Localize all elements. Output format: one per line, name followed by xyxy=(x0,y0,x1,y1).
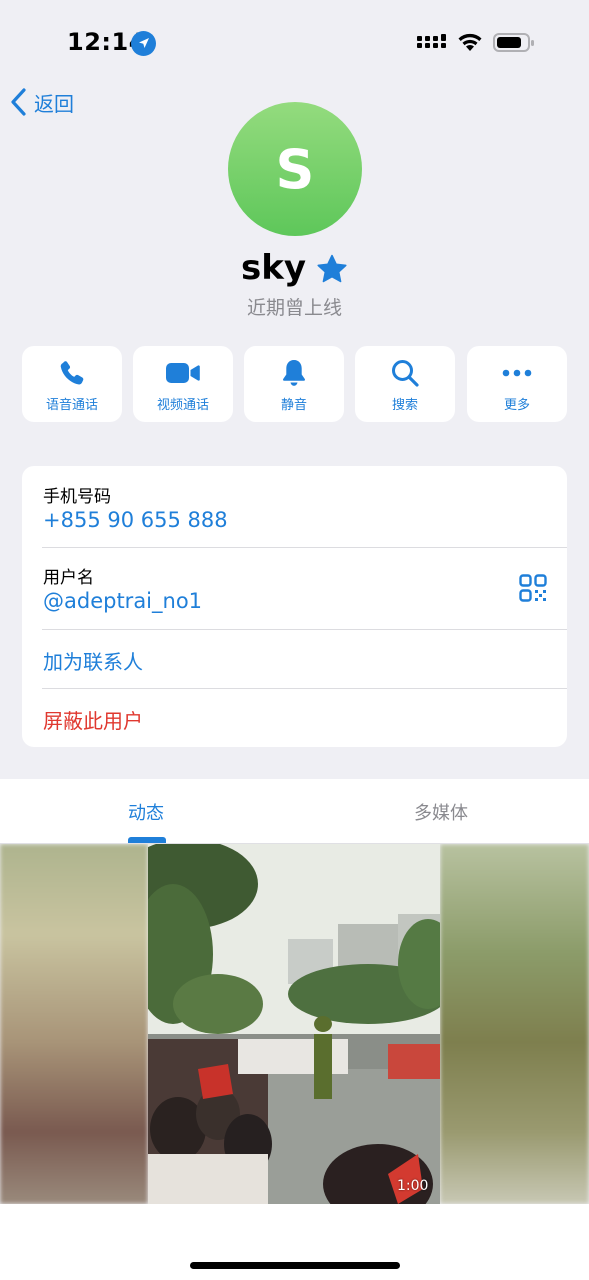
profile-tabs: 动态 多媒体 xyxy=(0,779,589,843)
add-contact-label: 加为联系人 xyxy=(43,650,143,674)
phone-value[interactable]: +855 90 655 888 xyxy=(43,508,228,532)
phone-icon xyxy=(60,361,84,385)
video-scene-image xyxy=(148,844,440,1204)
add-contact-row[interactable]: 加为联系人 xyxy=(22,630,567,688)
battery-icon xyxy=(493,33,534,52)
action-buttons: 语音通话 视频通话 静音 搜索 更多 xyxy=(22,346,567,422)
block-user-label: 屏蔽此用户 xyxy=(43,709,143,733)
info-card: 手机号码 +855 90 655 888 用户名 @adeptrai_no1 加… xyxy=(22,466,567,747)
video-call-button[interactable]: 视频通话 xyxy=(133,346,233,422)
back-button[interactable]: 返回 xyxy=(10,86,74,118)
username-value[interactable]: @adeptrai_no1 xyxy=(43,589,202,613)
stories-media: 1:00 xyxy=(0,844,589,1204)
action-label: 搜索 xyxy=(391,398,418,413)
cellular-signal-icon xyxy=(417,34,446,48)
premium-star-icon[interactable] xyxy=(316,254,348,284)
avatar-letter: S xyxy=(275,137,315,201)
phone-row[interactable]: 手机号码 +855 90 655 888 xyxy=(22,466,567,547)
location-arrow-icon xyxy=(131,31,156,56)
last-seen-status: 近期曾上线 xyxy=(246,297,342,319)
video-icon xyxy=(166,363,200,383)
blurred-background-right xyxy=(440,844,589,1204)
tab-media[interactable]: 多媒体 xyxy=(414,799,468,825)
chevron-left-icon xyxy=(11,88,26,116)
username-row[interactable]: 用户名 @adeptrai_no1 xyxy=(22,548,567,629)
video-thumbnail[interactable] xyxy=(148,844,440,1204)
back-label: 返回 xyxy=(34,91,74,116)
home-indicator[interactable] xyxy=(190,1262,400,1269)
action-label: 静音 xyxy=(280,398,307,413)
block-user-row[interactable]: 屏蔽此用户 xyxy=(22,689,567,747)
qr-code-icon[interactable] xyxy=(519,574,547,602)
video-duration: 1:00 xyxy=(397,1178,429,1194)
bell-icon xyxy=(283,360,305,386)
tab-stories[interactable]: 动态 xyxy=(128,799,164,825)
action-label: 视频通话 xyxy=(156,398,209,413)
blurred-background-left xyxy=(0,844,148,1204)
profile-name-row: sky xyxy=(0,248,589,288)
more-icon xyxy=(502,369,532,377)
voice-call-button[interactable]: 语音通话 xyxy=(22,346,122,422)
avatar[interactable]: S xyxy=(228,102,362,236)
mute-button[interactable]: 静音 xyxy=(244,346,344,422)
wifi-icon xyxy=(458,33,482,51)
action-label: 更多 xyxy=(503,398,530,413)
search-button[interactable]: 搜索 xyxy=(355,346,455,422)
username-label: 用户名 xyxy=(43,568,94,588)
search-icon xyxy=(392,360,419,387)
profile-name: sky xyxy=(240,248,306,288)
action-label: 语音通话 xyxy=(45,398,98,413)
phone-label: 手机号码 xyxy=(43,487,111,507)
status-bar: 12:14 xyxy=(0,0,589,88)
more-button[interactable]: 更多 xyxy=(467,346,567,422)
